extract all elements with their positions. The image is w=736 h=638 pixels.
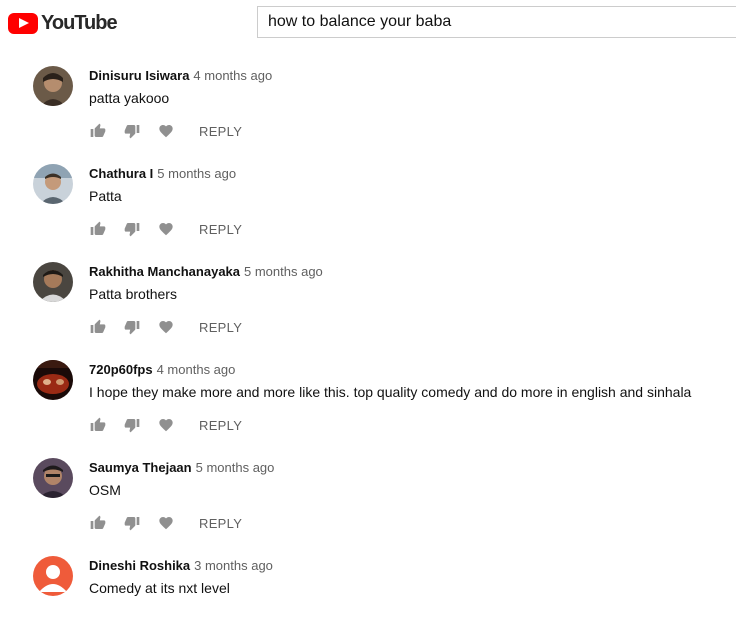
thumbs-up-icon [90, 123, 106, 137]
comment-actions: REPLY [89, 318, 242, 336]
comment-thread: Rakhitha Manchanayaka 5 months ago Patta … [0, 246, 736, 344]
published-time[interactable]: 5 months ago [157, 166, 236, 181]
author-name[interactable]: Dinisuru Isiwara [89, 68, 189, 83]
published-time[interactable]: 4 months ago [193, 68, 272, 83]
comment-header: Chathura I 5 months ago [89, 166, 236, 181]
avatar[interactable] [33, 66, 73, 106]
thumbs-down-icon [124, 321, 140, 335]
avatar-photo [33, 458, 73, 498]
comment-thread: 720p60fps 4 months ago I hope they make m… [0, 344, 736, 442]
comment-text: Comedy at its nxt level [89, 580, 230, 596]
heart-icon [159, 223, 173, 236]
thumbs-up-icon [90, 319, 106, 333]
avatar[interactable] [33, 556, 73, 596]
heart-button[interactable] [157, 514, 175, 532]
comment-actions: REPLY [89, 122, 242, 140]
comment-text: Patta [89, 188, 122, 204]
avatar[interactable] [33, 164, 73, 204]
heart-button[interactable] [157, 220, 175, 238]
default-avatar-icon [33, 556, 73, 596]
published-time[interactable]: 5 months ago [196, 460, 275, 475]
comment-header: Dineshi Roshika 3 months ago [89, 558, 273, 573]
comment-thread: Saumya Thejaan 5 months ago OSM REPLY [0, 442, 736, 540]
author-name[interactable]: Chathura I [89, 166, 153, 181]
dislike-button[interactable] [123, 220, 141, 238]
dislike-button[interactable] [123, 416, 141, 434]
comment-actions: REPLY [89, 514, 242, 532]
dislike-button[interactable] [123, 122, 141, 140]
reply-button[interactable]: REPLY [199, 222, 242, 237]
thumbs-down-icon [124, 223, 140, 237]
author-name[interactable]: Rakhitha Manchanayaka [89, 264, 240, 279]
comment-text: patta yakooo [89, 90, 170, 106]
published-time[interactable]: 4 months ago [157, 362, 236, 377]
logo-text: YouTube [41, 11, 118, 34]
thumbs-up-icon [90, 417, 106, 431]
heart-button[interactable] [157, 122, 175, 140]
author-name[interactable]: 720p60fps [89, 362, 153, 377]
avatar-photo [33, 164, 73, 204]
comment-thread: Dineshi Roshika 3 months ago Comedy at it… [0, 540, 736, 638]
heart-icon [159, 517, 173, 530]
comment-thread: Chathura I 5 months ago Patta REPLY [0, 148, 736, 246]
avatar[interactable] [33, 360, 73, 400]
thumbs-down-icon [124, 517, 140, 531]
avatar-photo [33, 262, 73, 302]
comment-thread: Dinisuru Isiwara 4 months ago patta yakoo… [0, 50, 736, 148]
like-button[interactable] [89, 318, 107, 336]
avatar[interactable] [33, 262, 73, 302]
author-name[interactable]: Dineshi Roshika [89, 558, 190, 573]
comment-text: OSM [89, 482, 121, 498]
thumbs-up-icon [90, 221, 106, 235]
like-button[interactable] [89, 220, 107, 238]
avatar-photo [33, 66, 73, 106]
avatar[interactable] [33, 458, 73, 498]
comment-header: 720p60fps 4 months ago [89, 362, 235, 377]
masthead: YouTube [0, 0, 736, 50]
published-time[interactable]: 5 months ago [244, 264, 323, 279]
heart-icon [159, 321, 173, 334]
youtube-play-icon [8, 12, 38, 34]
like-button[interactable] [89, 416, 107, 434]
reply-button[interactable]: REPLY [199, 418, 242, 433]
reply-button[interactable]: REPLY [199, 124, 242, 139]
avatar-photo [33, 360, 73, 400]
dislike-button[interactable] [123, 514, 141, 532]
comment-header: Rakhitha Manchanayaka 5 months ago [89, 264, 323, 279]
thumbs-down-icon [124, 419, 140, 433]
comment-header: Saumya Thejaan 5 months ago [89, 460, 274, 475]
dislike-button[interactable] [123, 318, 141, 336]
like-button[interactable] [89, 514, 107, 532]
comment-text: Patta brothers [89, 286, 177, 302]
thumbs-up-icon [90, 515, 106, 529]
search-input[interactable] [257, 6, 736, 38]
like-button[interactable] [89, 122, 107, 140]
reply-button[interactable]: REPLY [199, 516, 242, 531]
comments-list: Dinisuru Isiwara 4 months ago patta yakoo… [0, 50, 736, 638]
author-name[interactable]: Saumya Thejaan [89, 460, 192, 475]
heart-button[interactable] [157, 416, 175, 434]
published-time[interactable]: 3 months ago [194, 558, 273, 573]
youtube-logo[interactable]: YouTube [8, 11, 118, 34]
comment-actions: REPLY [89, 416, 242, 434]
reply-button[interactable]: REPLY [199, 320, 242, 335]
comment-text: I hope they make more and more like this… [89, 384, 692, 400]
heart-icon [159, 419, 173, 432]
heart-icon [159, 125, 173, 138]
thumbs-down-icon [124, 125, 140, 139]
comment-header: Dinisuru Isiwara 4 months ago [89, 68, 272, 83]
comment-actions: REPLY [89, 220, 242, 238]
heart-button[interactable] [157, 318, 175, 336]
